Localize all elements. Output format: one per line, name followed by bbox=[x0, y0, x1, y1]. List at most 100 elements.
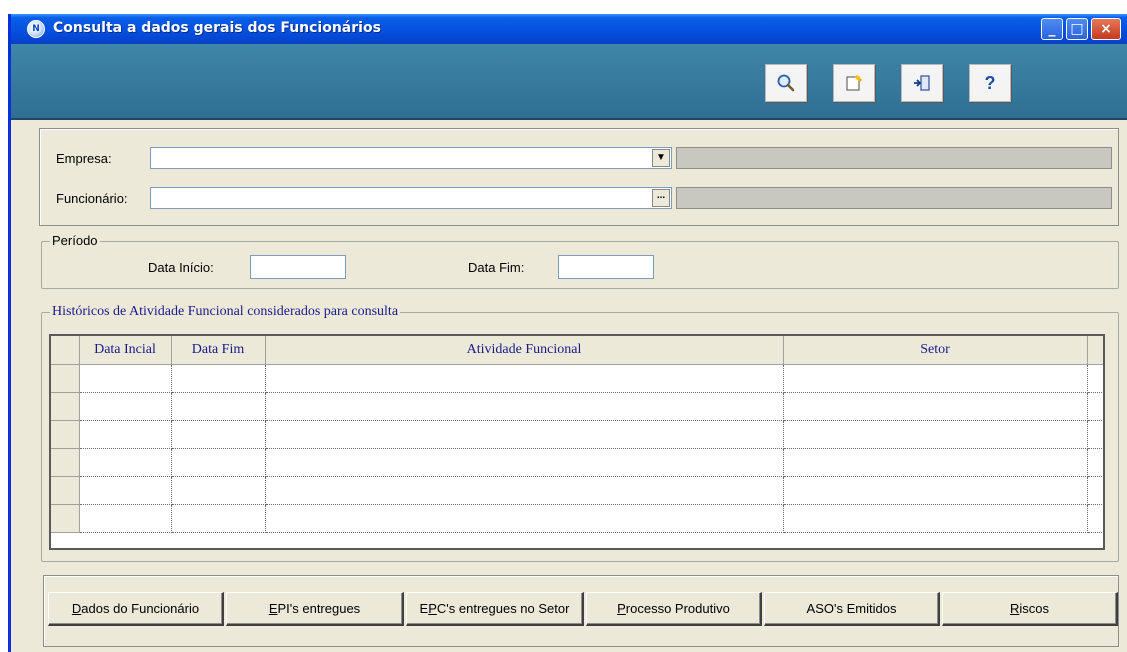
cell-data-fim[interactable] bbox=[171, 476, 266, 505]
door-exit-icon bbox=[914, 75, 930, 91]
riscos-label: iscos bbox=[1019, 601, 1049, 616]
cell-setor[interactable] bbox=[783, 364, 1088, 393]
row-indicator[interactable] bbox=[51, 364, 80, 393]
minimize-button[interactable]: _ bbox=[1041, 18, 1063, 40]
riscos-button[interactable]: Riscos bbox=[942, 592, 1118, 626]
row-indicator[interactable] bbox=[51, 476, 80, 505]
column-header-setor[interactable]: Setor bbox=[783, 336, 1088, 365]
cell-setor[interactable] bbox=[783, 420, 1088, 449]
dados-mnemonic: D bbox=[71, 601, 82, 616]
selection-panel: Empresa: ▼ Funcionário: ... bbox=[39, 128, 1119, 226]
data-fim-input[interactable] bbox=[558, 255, 654, 279]
table-row[interactable] bbox=[51, 476, 1103, 505]
epcs-label: C's entregues no Setor bbox=[436, 601, 570, 616]
column-header-data-inicial[interactable]: Data Incial bbox=[79, 336, 172, 365]
epcs-prefix: E bbox=[419, 601, 429, 616]
cell-data-inicial[interactable] bbox=[79, 448, 172, 477]
help-button[interactable]: ? bbox=[969, 64, 1011, 102]
chevron-down-icon[interactable]: ▼ bbox=[652, 149, 670, 167]
row-indicator[interactable] bbox=[51, 420, 80, 449]
row-filler bbox=[1087, 364, 1103, 393]
row-filler bbox=[1087, 420, 1103, 449]
cell-atividade[interactable] bbox=[265, 420, 784, 449]
close-icon: × bbox=[1100, 21, 1112, 37]
empresa-label: Empresa: bbox=[56, 151, 112, 166]
data-inicio-input[interactable] bbox=[250, 255, 346, 279]
search-button[interactable] bbox=[765, 64, 807, 102]
row-filler bbox=[1087, 476, 1103, 505]
window-title: Consulta a dados gerais dos Funcionários bbox=[53, 20, 381, 36]
cell-atividade[interactable] bbox=[265, 364, 784, 393]
empresa-combobox[interactable]: ▼ bbox=[150, 147, 672, 169]
row-indicator[interactable] bbox=[51, 504, 80, 533]
magnifier-icon bbox=[777, 74, 795, 92]
cell-atividade[interactable] bbox=[265, 448, 784, 477]
historico-grid[interactable]: Data Incial Data Fim Atividade Funcional… bbox=[49, 334, 1105, 550]
processo-mnemonic: P bbox=[617, 601, 626, 616]
historico-title: Históricos de Atividade Funcional consid… bbox=[50, 304, 401, 320]
dados-funcionario-button[interactable]: Dados do Funcionário bbox=[48, 592, 224, 626]
data-fim-label: Data Fim: bbox=[468, 260, 525, 275]
cell-data-inicial[interactable] bbox=[79, 504, 172, 533]
row-filler bbox=[1087, 504, 1103, 533]
empresa-name-display bbox=[676, 147, 1112, 169]
maximize-button[interactable]: □ bbox=[1066, 18, 1088, 40]
close-button[interactable]: × bbox=[1091, 18, 1121, 40]
cell-setor[interactable] bbox=[783, 476, 1088, 505]
funcionario-label: Funcionário: bbox=[56, 191, 128, 206]
cell-data-fim[interactable] bbox=[171, 392, 266, 421]
cell-data-fim[interactable] bbox=[171, 448, 266, 477]
cell-setor[interactable] bbox=[783, 392, 1088, 421]
title-bar[interactable]: N Consulta a dados gerais dos Funcionári… bbox=[11, 14, 1127, 44]
riscos-mnemonic: R bbox=[1009, 601, 1020, 616]
row-filler bbox=[1087, 392, 1103, 421]
cell-data-fim[interactable] bbox=[171, 504, 266, 533]
minimize-icon: _ bbox=[1048, 21, 1056, 37]
asos-emitidos-button[interactable]: ASO's Emitidos bbox=[764, 592, 940, 626]
cell-data-fim[interactable] bbox=[171, 420, 266, 449]
table-header-row: Data Incial Data Fim Atividade Funcional… bbox=[51, 336, 1103, 365]
epcs-mnemonic: P bbox=[428, 601, 437, 616]
cell-data-inicial[interactable] bbox=[79, 364, 172, 393]
dados-label: ados do Funcionário bbox=[81, 601, 200, 616]
edit-button[interactable] bbox=[833, 64, 875, 102]
cell-atividade[interactable] bbox=[265, 504, 784, 533]
epis-entregues-button[interactable]: EPI's entregues bbox=[226, 592, 404, 626]
data-inicio-label: Data Início: bbox=[148, 260, 214, 275]
action-button-bar: Dados do Funcionário EPI's entregues EPC… bbox=[43, 575, 1119, 647]
question-icon: ? bbox=[984, 73, 996, 93]
cell-data-inicial[interactable] bbox=[79, 392, 172, 421]
cell-setor[interactable] bbox=[783, 504, 1088, 533]
table-row[interactable] bbox=[51, 448, 1103, 477]
toolbar: ? bbox=[11, 44, 1127, 120]
column-header-data-fim[interactable]: Data Fim bbox=[171, 336, 266, 365]
row-indicator-header bbox=[51, 336, 80, 365]
ellipsis-lookup-button[interactable]: ... bbox=[652, 189, 670, 207]
epis-label: PI's entregues bbox=[277, 601, 361, 616]
maximize-icon: □ bbox=[1070, 21, 1084, 37]
main-window: N Consulta a dados gerais dos Funcionári… bbox=[8, 14, 1127, 652]
column-header-atividade-funcional[interactable]: Atividade Funcional bbox=[265, 336, 784, 365]
cell-setor[interactable] bbox=[783, 448, 1088, 477]
exit-button[interactable] bbox=[901, 64, 943, 102]
table-row[interactable] bbox=[51, 420, 1103, 449]
cell-atividade[interactable] bbox=[265, 392, 784, 421]
cell-data-fim[interactable] bbox=[171, 364, 266, 393]
funcionario-name-display bbox=[676, 187, 1112, 209]
cell-atividade[interactable] bbox=[265, 476, 784, 505]
table-row[interactable] bbox=[51, 364, 1103, 393]
cell-data-inicial[interactable] bbox=[79, 420, 172, 449]
funcionario-field[interactable]: ... bbox=[150, 187, 672, 209]
table-row[interactable] bbox=[51, 504, 1103, 533]
processo-produtivo-button[interactable]: Processo Produtivo bbox=[586, 592, 762, 626]
processo-label: rocesso Produtivo bbox=[625, 601, 730, 616]
periodo-title: Período bbox=[50, 233, 100, 248]
table-row[interactable] bbox=[51, 392, 1103, 421]
note-edit-icon bbox=[846, 74, 863, 91]
asos-label: ASO's Emitidos bbox=[806, 601, 897, 616]
cell-data-inicial[interactable] bbox=[79, 476, 172, 505]
row-indicator[interactable] bbox=[51, 448, 80, 477]
epcs-entregues-button[interactable]: EPC's entregues no Setor bbox=[406, 592, 584, 626]
row-indicator[interactable] bbox=[51, 392, 80, 421]
periodo-group: Período Data Início: Data Fim: bbox=[41, 233, 1119, 289]
